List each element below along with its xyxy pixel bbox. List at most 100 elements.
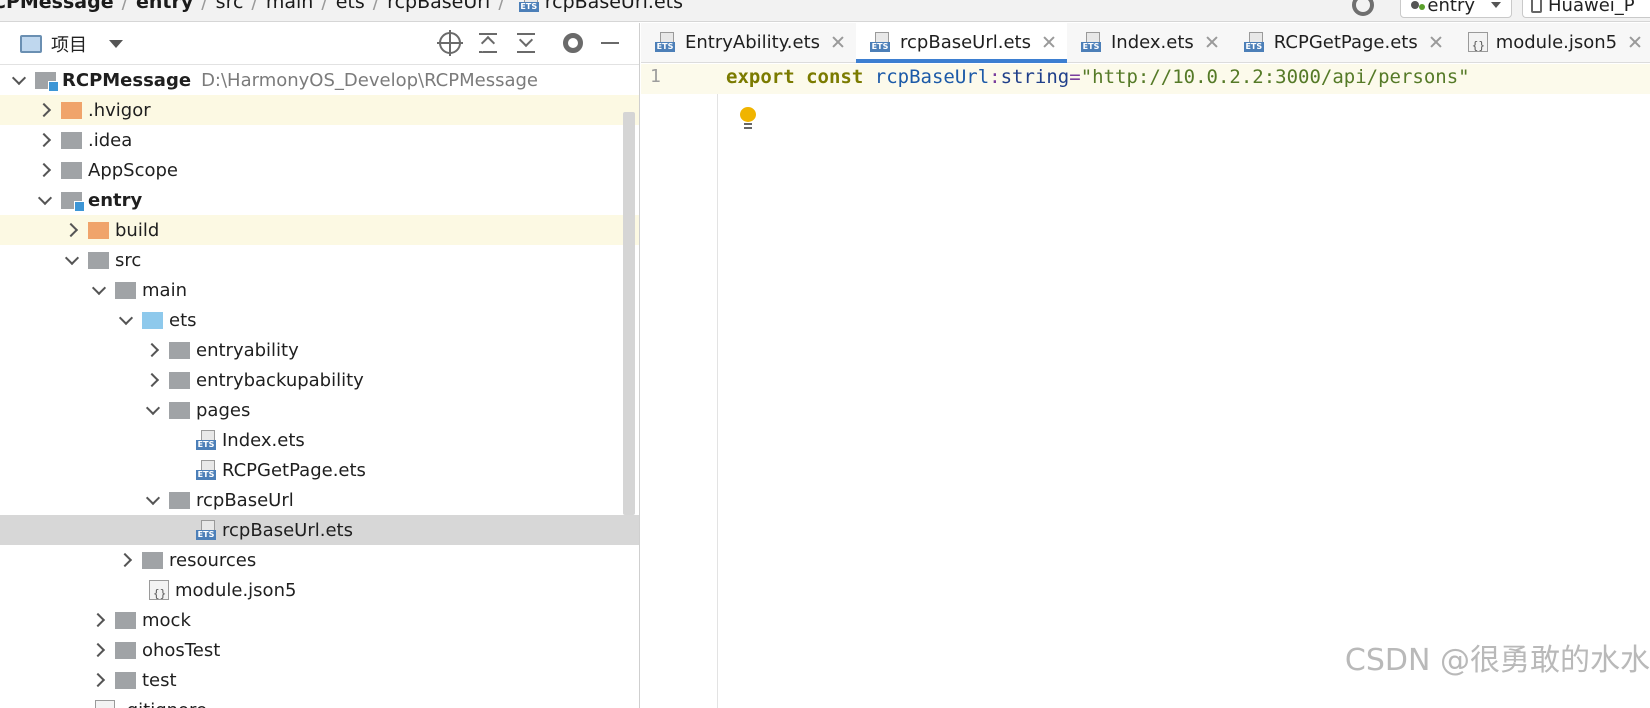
chevron-down-icon[interactable]: [143, 400, 163, 420]
gear-icon[interactable]: [563, 33, 583, 53]
tree-item-build[interactable]: build: [0, 215, 639, 245]
breadcrumb-item[interactable]: entry: [136, 0, 193, 13]
folder-icon: [61, 161, 82, 179]
tree-item-test[interactable]: test: [0, 665, 639, 695]
run-configuration-select[interactable]: entry: [1400, 0, 1512, 18]
breadcrumb-item[interactable]: ets: [336, 0, 365, 13]
lightbulb-icon[interactable]: [740, 107, 756, 129]
project-panel-tools: [437, 30, 621, 56]
chevron-down-icon[interactable]: [109, 39, 123, 48]
project-view-icon: [20, 34, 42, 53]
tree-item-src[interactable]: src: [0, 245, 639, 275]
tree-item-index-ets[interactable]: ETS Index.ets: [0, 425, 639, 455]
chevron-right-icon[interactable]: [143, 370, 163, 390]
folder-icon: [169, 341, 190, 359]
tab-label: RCPGetPage.ets: [1273, 31, 1418, 53]
chevron-down-icon[interactable]: [116, 310, 136, 330]
tree-item-label: RCPGetPage.ets: [222, 459, 366, 481]
tree-item-ohostest[interactable]: ohosTest: [0, 635, 639, 665]
tree-item-ets[interactable]: ets: [0, 305, 639, 335]
tree-item-entry[interactable]: entry: [0, 185, 639, 215]
chevron-down-icon: [1491, 2, 1501, 8]
tree-item-module-json5[interactable]: module.json5: [0, 575, 639, 605]
tree-item-main[interactable]: main: [0, 275, 639, 305]
project-panel-title[interactable]: 项目: [51, 31, 87, 57]
ets-icon-tag: ETS: [1080, 42, 1101, 52]
project-tree: RCPMessage D:\HarmonyOS_Develop\RCPMessa…: [0, 65, 639, 708]
breadcrumb-separator: /: [321, 0, 328, 13]
chevron-right-icon[interactable]: [89, 670, 109, 690]
breadcrumb-item[interactable]: src: [216, 0, 244, 13]
close-icon[interactable]: [1430, 36, 1442, 48]
tree-item-rcpbaseurl-folder[interactable]: rcpBaseUrl: [0, 485, 639, 515]
chevron-down-icon[interactable]: [35, 190, 55, 210]
close-icon[interactable]: [1629, 36, 1641, 48]
editor: ETS EntryAbility.ets ETS rcpBaseUrl.ets …: [641, 22, 1650, 708]
ets-icon-tag: ETS: [1243, 42, 1264, 52]
tab-entryability[interactable]: ETS EntryAbility.ets: [641, 22, 856, 62]
close-icon[interactable]: [832, 36, 844, 48]
locate-file-icon[interactable]: [437, 30, 463, 56]
project-panel: 项目 RCPMessage D:\HarmonyOS_Develop\RCPMe…: [0, 23, 640, 708]
tree-item-rcpbaseurl-ets[interactable]: ETS rcpBaseUrl.ets: [0, 515, 639, 545]
close-icon[interactable]: [1206, 36, 1218, 48]
ets-file-icon: ETS: [1243, 32, 1264, 52]
folder-icon: [142, 551, 163, 569]
tab-rcpbaseurl[interactable]: ETS rcpBaseUrl.ets: [856, 22, 1067, 63]
tree-item-mock[interactable]: mock: [0, 605, 639, 635]
tab-module-json5[interactable]: module.json5: [1454, 22, 1650, 62]
chevron-right-icon[interactable]: [35, 160, 55, 180]
tree-scrollbar[interactable]: [623, 112, 635, 515]
expand-all-icon[interactable]: [477, 32, 499, 54]
chevron-right-icon[interactable]: [62, 220, 82, 240]
breadcrumb-item[interactable]: main: [266, 0, 313, 13]
tree-item-label: mock: [142, 609, 191, 631]
text-file-icon: [95, 700, 115, 708]
tab-rcpgetpage[interactable]: ETS RCPGetPage.ets: [1230, 22, 1454, 62]
breadcrumb-file[interactable]: ETS rcpBaseUrl.ets: [513, 0, 683, 13]
tree-item-entrybackupability[interactable]: entrybackupability: [0, 365, 639, 395]
module-folder-icon: [61, 191, 85, 212]
hide-panel-icon[interactable]: [599, 32, 621, 54]
json-file-icon: [1467, 32, 1488, 52]
source-folder-icon: [142, 311, 163, 329]
tab-label: rcpBaseUrl.ets: [900, 31, 1031, 53]
chevron-down-icon[interactable]: [9, 70, 29, 90]
chevron-right-icon[interactable]: [89, 640, 109, 660]
breadcrumb-item[interactable]: rcpBaseUrl: [387, 0, 490, 13]
tree-item-resources[interactable]: resources: [0, 545, 639, 575]
tree-item-pages[interactable]: pages: [0, 395, 639, 425]
chevron-down-icon[interactable]: [62, 250, 82, 270]
folder-icon: [169, 401, 190, 419]
tree-item-entryability[interactable]: entryability: [0, 335, 639, 365]
ets-file-icon: ETS: [655, 32, 675, 52]
collapse-all-icon[interactable]: [515, 32, 537, 54]
tree-item-gitignore[interactable]: .gitignore: [0, 695, 639, 708]
tree-item-idea[interactable]: .idea: [0, 125, 639, 155]
close-icon[interactable]: [1043, 36, 1055, 48]
ets-file-icon: ETS: [196, 520, 216, 540]
ets-file-icon: ETS: [518, 0, 539, 12]
chevron-right-icon[interactable]: [89, 610, 109, 630]
chevron-down-icon[interactable]: [89, 280, 109, 300]
tree-item-appscope[interactable]: AppScope: [0, 155, 639, 185]
settings-icon[interactable]: [1352, 0, 1375, 16]
tree-item-rcpgetpage-ets[interactable]: ETS RCPGetPage.ets: [0, 455, 639, 485]
tree-item-hvigor[interactable]: .hvigor: [0, 95, 639, 125]
chevron-right-icon[interactable]: [143, 340, 163, 360]
chevron-right-icon[interactable]: [35, 130, 55, 150]
code-equals: =: [1069, 66, 1081, 88]
breadcrumb-separator: /: [201, 0, 208, 13]
chevron-down-icon[interactable]: [143, 490, 163, 510]
tree-item-rcpmessage[interactable]: RCPMessage D:\HarmonyOS_Develop\RCPMessa…: [0, 65, 639, 95]
breadcrumb-item[interactable]: CPMessage: [0, 0, 114, 13]
ets-icon-tag: ETS: [196, 530, 216, 540]
device-select[interactable]: Huawei_P: [1522, 0, 1650, 18]
tab-index[interactable]: ETS Index.ets: [1067, 22, 1230, 62]
code-identifier: rcpBaseUrl: [874, 66, 990, 88]
tree-item-label: entryability: [196, 339, 299, 361]
chevron-right-icon[interactable]: [35, 100, 55, 120]
code-area[interactable]: 1 export const rcpBaseUrl:string="http:/…: [641, 64, 1650, 708]
code-line[interactable]: export const rcpBaseUrl:string="http://1…: [726, 66, 1470, 88]
chevron-right-icon[interactable]: [116, 550, 136, 570]
